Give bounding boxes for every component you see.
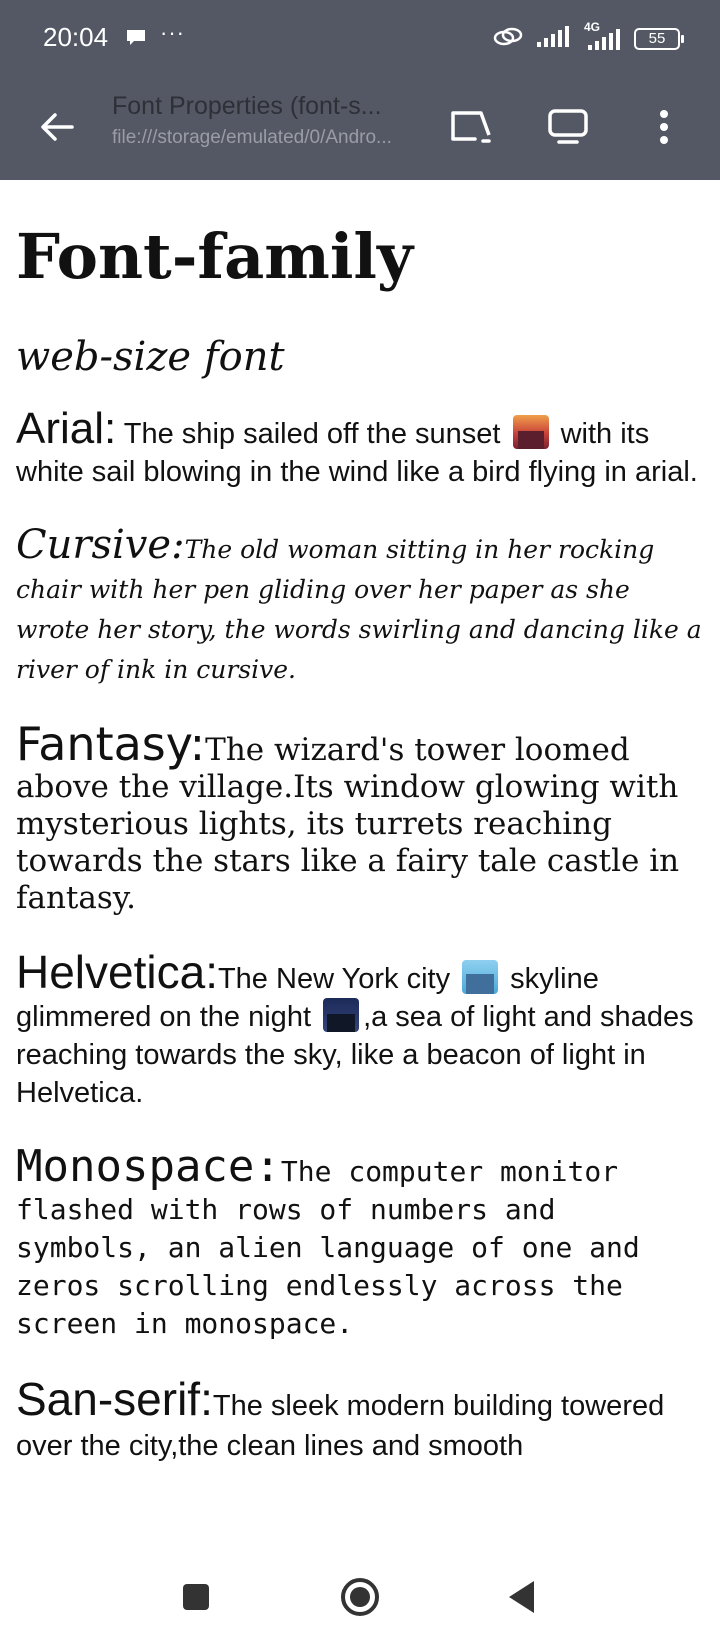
signal-icon (536, 25, 570, 54)
sansserif-paragraph: San-serif:The sleek modern building towe… (16, 1376, 706, 1466)
page-content: Font-family web-size font Arial: The shi… (16, 180, 706, 1545)
sunset-emoji-icon (512, 415, 549, 449)
app-bar: Font Properties (font-s... file:///stora… (0, 84, 720, 180)
title-block[interactable]: Font Properties (font-s... file:///stora… (112, 92, 422, 149)
back-arrow-icon[interactable] (34, 104, 80, 150)
battery-icon: 55 (634, 28, 684, 50)
cursive-label: Cursive: (16, 522, 185, 568)
system-nav-bar (0, 1545, 720, 1640)
page-url: file:///storage/emulated/0/Andro... (112, 127, 392, 148)
cast-icon[interactable] (446, 102, 496, 152)
fantasy-paragraph: Fantasy:The wizard's tower loomed above … (16, 721, 706, 917)
status-right-group: 4G 55 (492, 20, 684, 56)
recents-square-icon[interactable] (174, 1575, 218, 1619)
page-title: Font Properties (font-s... (112, 92, 382, 120)
link-icon (492, 25, 524, 54)
arial-label: Arial: (16, 404, 117, 453)
helvetica-paragraph: Helvetica:The New York city skyline glim… (16, 949, 706, 1112)
subtitle: web-size font (16, 334, 285, 380)
helvetica-label: Helvetica: (16, 946, 218, 998)
cursive-paragraph: Cursive:The old woman sitting in her roc… (16, 525, 706, 690)
fantasy-label: Fantasy: (16, 717, 206, 771)
status-more-dots: ··· (160, 20, 185, 45)
cityscape-emoji-icon (462, 960, 499, 994)
page-heading: Font-family (16, 220, 414, 293)
helvetica-text-a: The New York city (217, 963, 459, 995)
sansserif-label: San-serif: (16, 1373, 213, 1425)
monospace-label: Monospace: (16, 1141, 281, 1192)
monospace-paragraph: Monospace:The computer monitor flashed w… (16, 1145, 706, 1343)
back-triangle-icon[interactable] (500, 1575, 544, 1619)
status-bar: 20:04 ··· 4G 55 (0, 0, 720, 78)
more-vert-icon[interactable] (639, 102, 689, 152)
desktop-icon[interactable] (543, 102, 593, 152)
status-time: 20:04 (43, 22, 109, 52)
signal-4g-icon: 4G (582, 20, 622, 52)
message-icon (125, 28, 147, 46)
night-city-emoji-icon (323, 998, 360, 1032)
home-circle-icon[interactable] (338, 1575, 382, 1619)
top-header: 20:04 ··· 4G 55 Font Properties (font-s.… (0, 0, 720, 180)
arial-paragraph: Arial: The ship sailed off the sunset wi… (16, 407, 706, 491)
arial-text-a: The ship sailed off the sunset (116, 418, 509, 450)
